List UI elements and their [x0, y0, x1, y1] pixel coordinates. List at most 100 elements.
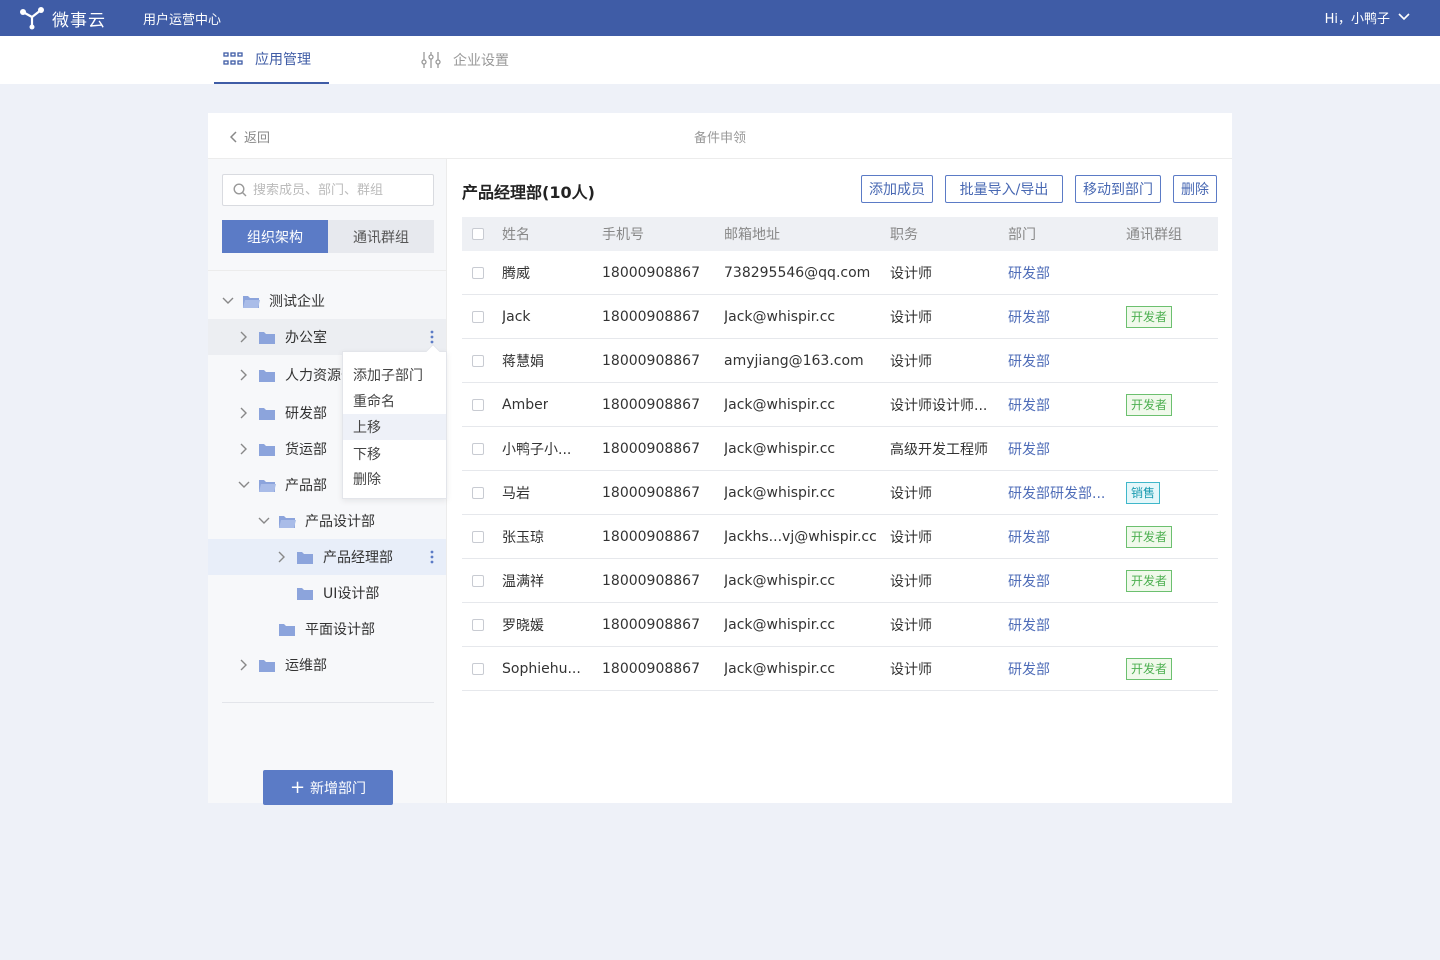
cell-phone: 18000908867: [602, 352, 700, 369]
tree-node[interactable]: UI设计部: [208, 575, 446, 611]
cell-name: 温满祥: [502, 573, 544, 590]
tree-node[interactable]: 产品设计部: [208, 503, 446, 539]
row-checkbox[interactable]: [472, 574, 484, 587]
chevron-right-icon[interactable]: [238, 659, 250, 671]
tab-app-management[interactable]: 应用管理: [214, 36, 329, 84]
chevron-right-icon[interactable]: [276, 551, 288, 563]
chevron-right-icon[interactable]: [238, 331, 250, 343]
row-checkbox[interactable]: [472, 442, 484, 455]
table-row[interactable]: Amber 18000908867 Jack@whispir.cc 设计师设计师...…: [462, 383, 1218, 427]
column-header-group: 通讯群组: [1126, 227, 1182, 243]
tree-node[interactable]: 运维部: [208, 647, 446, 683]
chevron-down-icon[interactable]: [222, 297, 234, 305]
column-header-email: 邮箱地址: [724, 227, 780, 243]
cell-name: 蒋慧娟: [502, 353, 544, 370]
row-checkbox[interactable]: [472, 662, 484, 675]
cell-department-link[interactable]: 研发部: [1008, 263, 1050, 283]
tree-node[interactable]: 测试企业: [208, 283, 446, 319]
menu-item-delete[interactable]: 删除: [343, 466, 446, 492]
tree-node-label: 产品设计部: [305, 514, 375, 530]
menu-item-move-down[interactable]: 下移: [343, 441, 446, 467]
row-checkbox[interactable]: [472, 310, 484, 323]
cell-phone: 18000908867: [602, 572, 700, 589]
cell-title: 设计师: [890, 573, 932, 590]
row-checkbox[interactable]: [472, 266, 484, 279]
card-header: 返回 备件申领: [208, 113, 1232, 159]
tree-node-label: 办公室: [285, 330, 327, 346]
menu-item-rename[interactable]: 重命名: [343, 388, 446, 414]
table-row[interactable]: 温满祥 18000908867 Jack@whispir.cc 设计师 研发部 开发者: [462, 559, 1218, 603]
row-checkbox[interactable]: [472, 398, 484, 411]
cell-email: Jack@whispir.cc: [724, 572, 836, 589]
tree-node[interactable]: 办公室: [208, 319, 446, 355]
add-department-button[interactable]: + 新增部门: [263, 770, 393, 805]
cell-email: Jack@whispir.cc: [724, 308, 836, 325]
table-row[interactable]: 张玉琼 18000908867 Jackhs...vj@whispir.cc 设计师 研…: [462, 515, 1218, 559]
search-input[interactable]: [253, 182, 423, 198]
cell-name: 马岩: [502, 485, 530, 502]
folder-icon: [258, 406, 276, 421]
nav-bar: 应用管理 企业设置: [0, 36, 1440, 84]
cell-email: Jackhs...vj@whispir.cc: [724, 528, 877, 545]
cell-department-link[interactable]: 研发部: [1008, 571, 1050, 591]
cell-department-link[interactable]: 研发部: [1008, 527, 1050, 547]
chevron-right-icon[interactable]: [238, 407, 250, 419]
group-tag: 开发者: [1126, 657, 1173, 680]
add-member-button[interactable]: 添加成员: [861, 175, 933, 203]
menu-item-add-sub-department[interactable]: 添加子部门: [343, 362, 446, 388]
cell-title: 设计师: [890, 617, 932, 634]
cell-department-link[interactable]: 研发部: [1008, 615, 1050, 635]
chevron-right-icon[interactable]: [238, 369, 250, 381]
cell-department-link[interactable]: 研发部: [1008, 659, 1050, 679]
tab-label: 企业设置: [453, 53, 509, 69]
cell-department-link[interactable]: 研发部: [1008, 439, 1050, 459]
row-checkbox[interactable]: [472, 618, 484, 631]
grid-icon: [223, 52, 243, 66]
top-bar: 微事云 用户运营中心 Hi，小鸭子: [0, 0, 1440, 36]
context-menu: 添加子部门 重命名 上移 下移 删除: [342, 343, 447, 499]
cell-department-link[interactable]: 研发部: [1008, 395, 1050, 415]
logo[interactable]: 微事云: [18, 4, 106, 32]
cell-email: Jack@whispir.cc: [724, 396, 836, 413]
more-icon[interactable]: [430, 550, 434, 568]
cell-title: 设计师: [890, 265, 932, 282]
segment-contact-groups[interactable]: 通讯群组: [328, 220, 434, 253]
user-menu[interactable]: Hi，小鸭子: [1325, 8, 1410, 27]
table-row[interactable]: Sophiehu... 18000908867 Jack@whispir.cc 设计师…: [462, 647, 1218, 691]
cell-department-link[interactable]: 研发部: [1008, 307, 1050, 327]
move-to-department-button[interactable]: 移动到部门: [1075, 175, 1161, 203]
search-box[interactable]: [222, 174, 434, 206]
chevron-down-icon[interactable]: [238, 481, 250, 489]
tree-node[interactable]: 平面设计部: [208, 611, 446, 647]
folder-icon: [296, 550, 314, 565]
cell-phone: 18000908867: [602, 396, 700, 413]
chevron-right-icon[interactable]: [238, 443, 250, 455]
group-tag: 销售: [1126, 481, 1161, 504]
cell-department-link[interactable]: 研发部研发部...: [1008, 483, 1105, 503]
table-row[interactable]: Jack 18000908867 Jack@whispir.cc 设计师 研发部 开发者: [462, 295, 1218, 339]
table-row[interactable]: 小鸭子小... 18000908867 Jack@whispir.cc 高级开发工程师…: [462, 427, 1218, 471]
table-row[interactable]: 蒋慧娟 18000908867 amyjiang@163.com 设计师 研发部: [462, 339, 1218, 383]
menu-item-move-up[interactable]: 上移: [343, 414, 446, 440]
segment-org-structure[interactable]: 组织架构: [222, 220, 328, 253]
import-export-button[interactable]: 批量导入/导出: [945, 175, 1063, 203]
cell-name: Jack: [502, 308, 531, 325]
folder-open-icon: [258, 478, 276, 493]
tab-enterprise-settings[interactable]: 企业设置: [421, 36, 509, 84]
table-row[interactable]: 马岩 18000908867 Jack@whispir.cc 设计师 研发部研发部...…: [462, 471, 1218, 515]
cell-phone: 18000908867: [602, 308, 700, 325]
user-greeting: Hi，小鸭子: [1324, 12, 1390, 27]
table-row[interactable]: 腾威 18000908867 738295546@qq.com 设计师 研发部: [462, 251, 1218, 295]
chevron-down-icon[interactable]: [258, 517, 270, 525]
tree-node-label: UI设计部: [323, 586, 380, 602]
tree-node[interactable]: 产品经理部: [208, 539, 446, 575]
delete-button[interactable]: 删除: [1173, 175, 1217, 203]
row-checkbox[interactable]: [472, 486, 484, 499]
folder-icon: [258, 658, 276, 673]
select-all-checkbox[interactable]: [472, 228, 484, 240]
cell-department-link[interactable]: 研发部: [1008, 351, 1050, 371]
row-checkbox[interactable]: [472, 354, 484, 367]
folder-icon: [258, 368, 276, 383]
table-row[interactable]: 罗晓媛 18000908867 Jack@whispir.cc 设计师 研发部: [462, 603, 1218, 647]
row-checkbox[interactable]: [472, 530, 484, 543]
